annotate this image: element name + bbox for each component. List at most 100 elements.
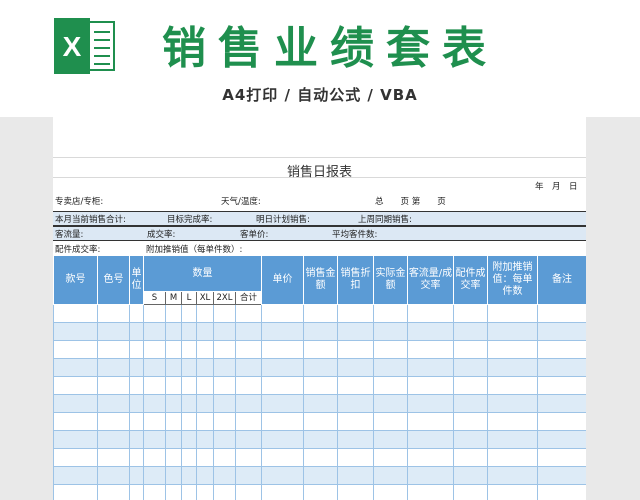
table-cell[interactable]: [453, 376, 488, 395]
table-cell[interactable]: [196, 466, 214, 485]
table-cell[interactable]: [537, 430, 586, 449]
table-cell[interactable]: [129, 322, 144, 341]
table-cell[interactable]: [196, 358, 214, 377]
table-cell[interactable]: [53, 304, 98, 323]
table-cell[interactable]: [487, 358, 538, 377]
table-cell[interactable]: [337, 430, 374, 449]
table-cell[interactable]: [196, 394, 214, 413]
table-cell[interactable]: [337, 394, 374, 413]
table-cell[interactable]: [487, 376, 538, 395]
table-cell[interactable]: [143, 466, 166, 485]
table-cell[interactable]: [261, 394, 304, 413]
table-cell[interactable]: [303, 394, 338, 413]
table-cell[interactable]: [337, 412, 374, 431]
table-cell[interactable]: [196, 376, 214, 395]
table-cell[interactable]: [213, 412, 236, 431]
table-cell[interactable]: [373, 448, 408, 467]
table-cell[interactable]: [129, 448, 144, 467]
table-cell[interactable]: [407, 376, 454, 395]
table-cell[interactable]: [97, 340, 130, 359]
table-cell[interactable]: [53, 376, 98, 395]
table-cell[interactable]: [337, 484, 374, 500]
table-cell[interactable]: [261, 304, 304, 323]
table-cell[interactable]: [181, 484, 197, 500]
table-cell[interactable]: [337, 376, 374, 395]
table-cell[interactable]: [196, 448, 214, 467]
table-cell[interactable]: [143, 322, 166, 341]
table-cell[interactable]: [129, 304, 144, 323]
table-cell[interactable]: [53, 466, 98, 485]
table-cell[interactable]: [213, 448, 236, 467]
table-cell[interactable]: [53, 484, 98, 500]
table-cell[interactable]: [453, 322, 488, 341]
table-cell[interactable]: [143, 412, 166, 431]
table-cell[interactable]: [213, 430, 236, 449]
table-cell[interactable]: [373, 358, 408, 377]
table-cell[interactable]: [453, 484, 488, 500]
table-cell[interactable]: [487, 304, 538, 323]
table-cell[interactable]: [407, 394, 454, 413]
table-cell[interactable]: [181, 448, 197, 467]
table-cell[interactable]: [53, 448, 98, 467]
table-cell[interactable]: [53, 322, 98, 341]
table-cell[interactable]: [303, 484, 338, 500]
table-cell[interactable]: [97, 376, 130, 395]
table-cell[interactable]: [487, 484, 538, 500]
table-cell[interactable]: [129, 412, 144, 431]
table-cell[interactable]: [143, 394, 166, 413]
table-cell[interactable]: [181, 304, 197, 323]
table-cell[interactable]: [261, 412, 304, 431]
table-cell[interactable]: [235, 304, 262, 323]
table-cell[interactable]: [97, 448, 130, 467]
table-cell[interactable]: [261, 430, 304, 449]
table-cell[interactable]: [373, 304, 408, 323]
table-cell[interactable]: [53, 340, 98, 359]
table-cell[interactable]: [407, 322, 454, 341]
table-cell[interactable]: [261, 466, 304, 485]
table-cell[interactable]: [97, 430, 130, 449]
table-cell[interactable]: [303, 322, 338, 341]
table-cell[interactable]: [303, 430, 338, 449]
table-cell[interactable]: [181, 430, 197, 449]
table-cell[interactable]: [407, 466, 454, 485]
table-cell[interactable]: [537, 358, 586, 377]
table-cell[interactable]: [487, 466, 538, 485]
table-cell[interactable]: [129, 394, 144, 413]
table-cell[interactable]: [143, 304, 166, 323]
table-cell[interactable]: [181, 412, 197, 431]
table-cell[interactable]: [453, 358, 488, 377]
table-cell[interactable]: [235, 484, 262, 500]
table-cell[interactable]: [453, 466, 488, 485]
table-cell[interactable]: [165, 412, 182, 431]
table-cell[interactable]: [261, 376, 304, 395]
table-cell[interactable]: [487, 412, 538, 431]
table-cell[interactable]: [537, 412, 586, 431]
table-cell[interactable]: [213, 466, 236, 485]
table-cell[interactable]: [303, 358, 338, 377]
table-cell[interactable]: [407, 304, 454, 323]
table-cell[interactable]: [487, 448, 538, 467]
table-cell[interactable]: [373, 484, 408, 500]
table-cell[interactable]: [373, 322, 408, 341]
table-cell[interactable]: [337, 466, 374, 485]
table-cell[interactable]: [53, 412, 98, 431]
table-cell[interactable]: [165, 394, 182, 413]
table-cell[interactable]: [97, 358, 130, 377]
table-cell[interactable]: [487, 322, 538, 341]
table-cell[interactable]: [373, 376, 408, 395]
table-cell[interactable]: [97, 466, 130, 485]
table-cell[interactable]: [337, 448, 374, 467]
table-cell[interactable]: [181, 340, 197, 359]
table-cell[interactable]: [213, 484, 236, 500]
table-cell[interactable]: [537, 304, 586, 323]
table-cell[interactable]: [337, 322, 374, 341]
table-cell[interactable]: [143, 430, 166, 449]
table-cell[interactable]: [181, 394, 197, 413]
table-cell[interactable]: [165, 376, 182, 395]
table-cell[interactable]: [196, 430, 214, 449]
table-cell[interactable]: [235, 394, 262, 413]
table-cell[interactable]: [537, 340, 586, 359]
table-cell[interactable]: [129, 340, 144, 359]
table-cell[interactable]: [337, 340, 374, 359]
table-cell[interactable]: [235, 358, 262, 377]
